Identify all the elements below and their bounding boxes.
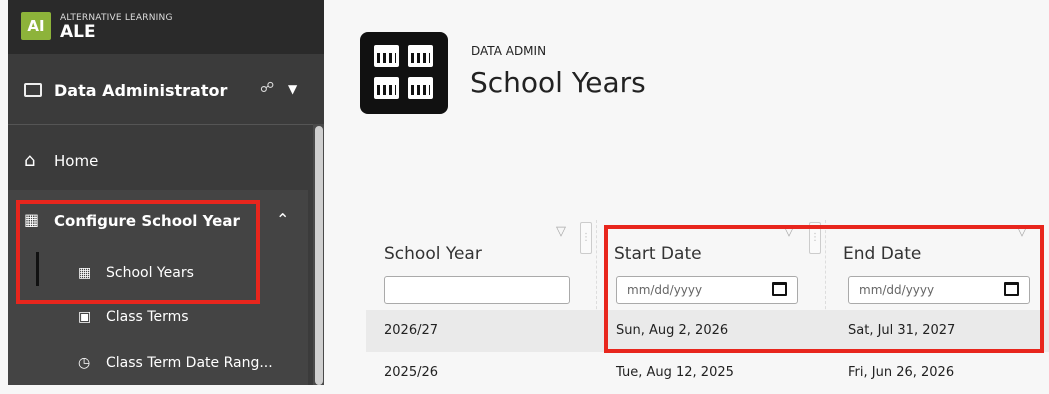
calendar-clock-icon: ◷: [78, 355, 91, 371]
column-header-label: School Year: [384, 244, 482, 264]
section-label: DATA ADMIN: [471, 44, 547, 58]
sidebar: AI ALTERNATIVE LEARNING ALE Data Adminis…: [8, 0, 324, 385]
sidebar-item-home[interactable]: ⌂ Home: [8, 140, 308, 180]
chevron-up-icon[interactable]: ⌃: [276, 210, 289, 229]
brand-name: ALE: [60, 22, 96, 42]
cell-school-year: 2026/27: [384, 323, 439, 338]
role-selector[interactable]: Data Administrator ☍ ▼: [8, 66, 324, 116]
sidebar-scroll-thumb[interactable]: [315, 126, 323, 385]
app-logo: AI: [21, 12, 51, 40]
filter-icon[interactable]: ▽: [556, 224, 566, 239]
column-menu-handle[interactable]: ⋮: [580, 222, 592, 254]
sidebar-item-label: Class Term Date Rang...: [106, 355, 273, 371]
role-label: Data Administrator: [54, 81, 228, 100]
cell-school-year: 2025/26: [384, 365, 439, 380]
sidebar-item-label: Home: [54, 152, 99, 170]
cell-end-date: Fri, Jun 26, 2026: [848, 365, 955, 380]
sidebar-divider: [8, 124, 324, 125]
cell-start-date: Tue, Aug 12, 2025: [616, 365, 734, 380]
sidebar-item-label: Class Terms: [106, 309, 189, 325]
sidebar-item-class-term-date-ranges[interactable]: ◷ Class Term Date Rang...: [8, 346, 308, 382]
page-title: School Years: [470, 66, 646, 99]
highlight-box-sidebar: [16, 200, 260, 304]
school-year-filter-input[interactable]: [384, 276, 570, 304]
school-years-calendar-icon: [360, 32, 448, 114]
table-row[interactable]: 2025/26 Tue, Aug 12, 2025 Fri, Jun 26, 2…: [366, 352, 1049, 394]
highlight-box-date-columns: [604, 225, 1044, 353]
sidebar-item-class-terms[interactable]: ▣ Class Terms: [8, 300, 308, 336]
caret-down-icon[interactable]: ▼: [288, 82, 297, 96]
monitor-icon: ▣: [78, 309, 92, 325]
switch-role-icon[interactable]: ☍: [260, 80, 274, 96]
home-icon: ⌂: [24, 150, 36, 171]
column-header-school-year[interactable]: School Year ▽ ⋮: [366, 220, 596, 270]
id-card-icon: [24, 83, 42, 97]
brand-header[interactable]: AI ALTERNATIVE LEARNING ALE: [8, 0, 324, 54]
